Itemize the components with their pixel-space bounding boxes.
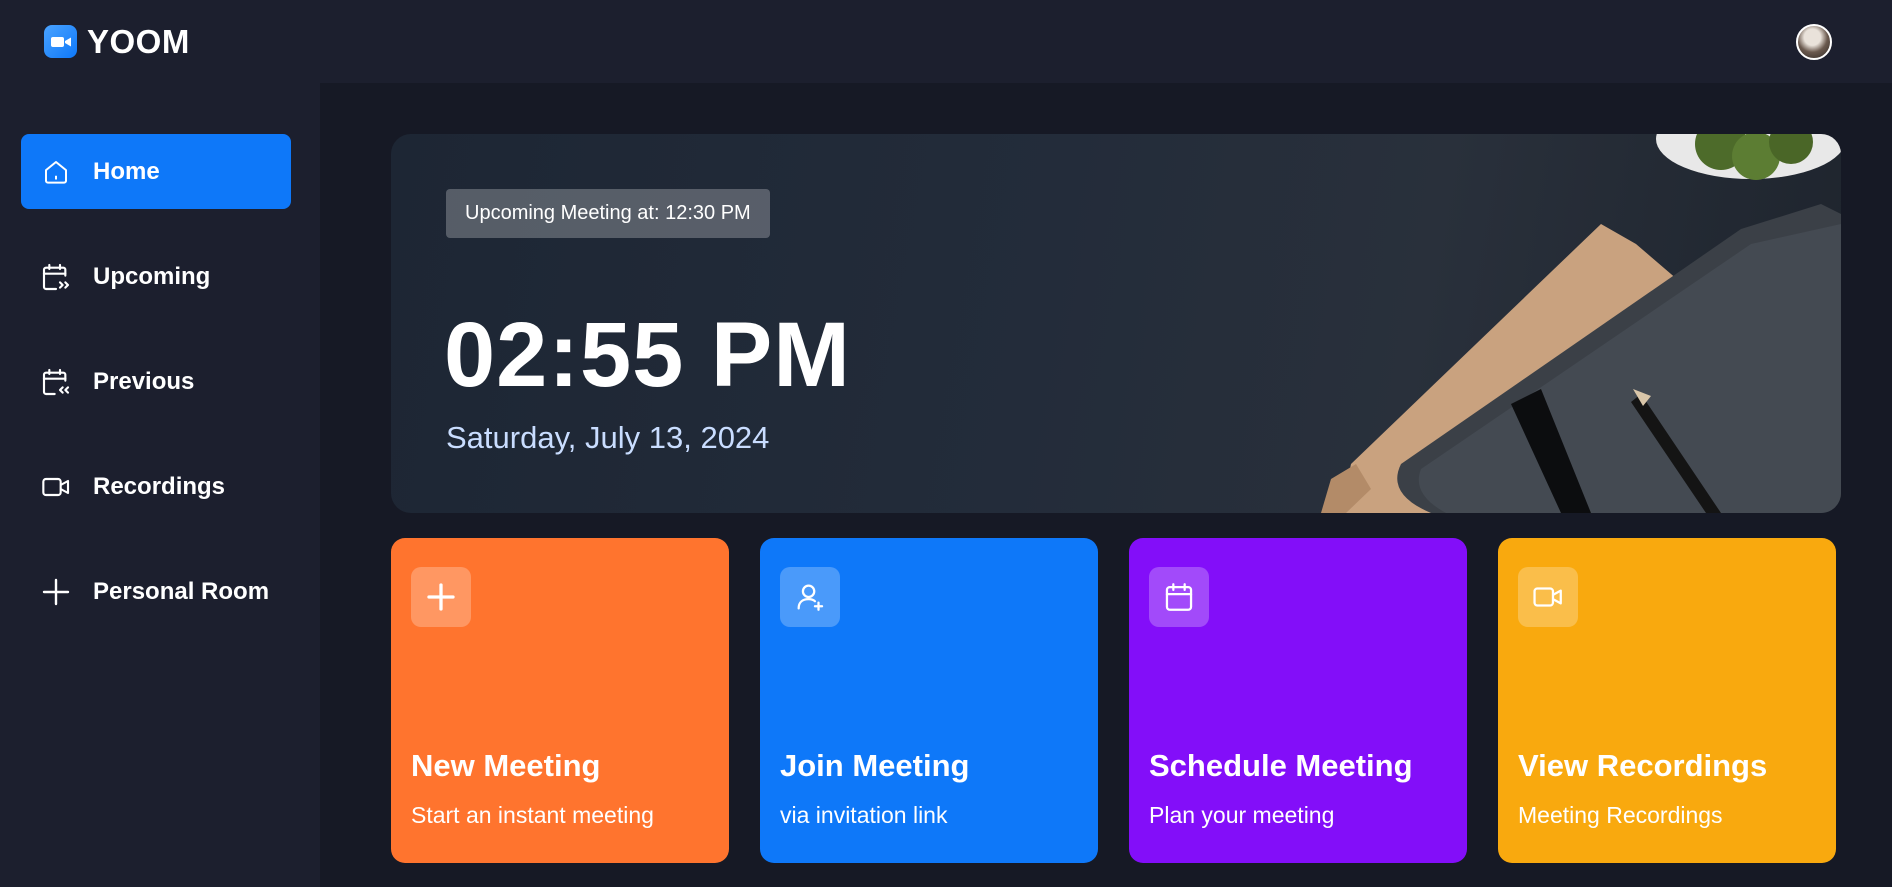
calendar-upcoming-icon [39,260,73,294]
card-title: View Recordings [1518,748,1768,783]
sidebar-item-label: Upcoming [93,262,211,290]
add-user-icon [780,567,840,627]
card-subtitle: Plan your meeting [1149,802,1335,828]
calendar-previous-icon [39,365,73,399]
sidebar-item-previous[interactable]: Previous [21,344,291,419]
sidebar: Home Upcoming Previous Recordings Person… [0,83,320,887]
current-date: Saturday, July 13, 2024 [446,420,770,455]
card-title: Join Meeting [780,748,970,783]
new-meeting-card[interactable]: New Meeting Start an instant meeting [391,538,729,863]
card-subtitle: Meeting Recordings [1518,802,1723,828]
card-title: Schedule Meeting [1149,748,1413,783]
card-subtitle: Start an instant meeting [411,802,654,828]
upcoming-meeting-badge: Upcoming Meeting at: 12:30 PM [446,189,770,238]
sidebar-item-home[interactable]: Home [21,134,291,209]
view-recordings-card[interactable]: View Recordings Meeting Recordings [1498,538,1836,863]
sidebar-item-personal-room[interactable]: Personal Room [21,554,291,629]
sidebar-item-label: Previous [93,367,195,395]
calendar-icon [1149,567,1209,627]
current-time: 02:55 PM [444,304,851,406]
sidebar-item-upcoming[interactable]: Upcoming [21,239,291,314]
action-cards: New Meeting Start an instant meeting Joi… [391,538,1836,863]
desk-illustration [1321,134,1841,513]
sidebar-item-label: Home [93,157,160,185]
sidebar-item-label: Personal Room [93,577,270,605]
app-name: YOOM [87,22,190,60]
join-meeting-card[interactable]: Join Meeting via invitation link [760,538,1098,863]
card-title: New Meeting [411,748,601,783]
sidebar-item-recordings[interactable]: Recordings [21,449,291,524]
plus-icon [39,575,73,609]
sidebar-item-label: Recordings [93,472,226,500]
video-camera-icon [44,25,77,58]
app-logo[interactable]: YOOM [44,23,190,61]
card-subtitle: via invitation link [780,802,948,828]
plus-icon [411,567,471,627]
user-avatar[interactable] [1796,23,1832,60]
home-icon [39,155,73,189]
video-icon [1518,567,1578,627]
hero-banner: Upcoming Meeting at: 12:30 PM 02:55 PM S… [391,134,1841,513]
video-icon [39,470,73,504]
schedule-meeting-card[interactable]: Schedule Meeting Plan your meeting [1129,538,1467,863]
top-navbar: YOOM [0,0,1892,83]
